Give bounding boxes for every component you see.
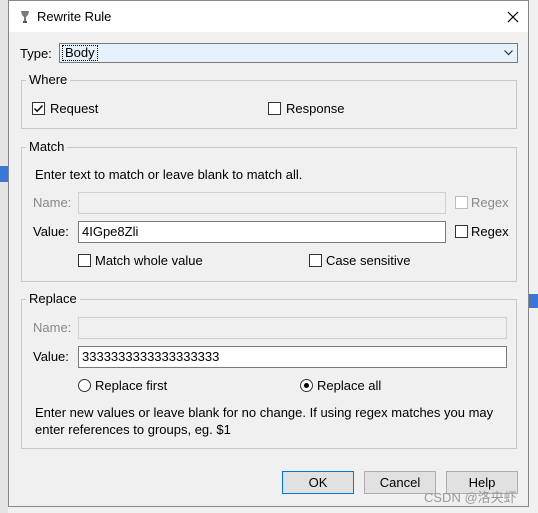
match-value-label: Value: — [33, 224, 69, 239]
replace-all-label: Replace all — [317, 378, 382, 393]
replace-all-radio[interactable] — [300, 379, 313, 392]
match-value-regex-label: Regex — [471, 224, 509, 239]
checkmark-icon — [34, 105, 44, 113]
match-name-regex-checkbox[interactable] — [455, 196, 468, 209]
request-label: Request — [50, 101, 99, 116]
app-icon — [21, 11, 29, 23]
match-group-title: Match — [26, 139, 68, 155]
chevron-down-icon — [500, 45, 516, 61]
type-label: Type: — [20, 46, 52, 61]
response-checkbox[interactable] — [268, 102, 281, 115]
type-dropdown-value: Body — [62, 45, 98, 61]
replace-hint-line1: Enter new values or leave blank for no c… — [35, 405, 494, 420]
background-selection-right — [529, 294, 538, 308]
match-value-input[interactable]: 4IGpe8Zli — [78, 221, 446, 243]
rewrite-rule-dialog: Rewrite Rule Type: Body Where Request Re… — [8, 0, 529, 507]
redacted-region — [140, 224, 215, 240]
close-button[interactable] — [498, 1, 528, 32]
dialog-title: Rewrite Rule — [37, 9, 112, 24]
replace-name-label: Name: — [33, 320, 72, 335]
radio-selected-dot — [304, 383, 309, 388]
type-dropdown[interactable]: Body — [59, 43, 518, 63]
match-whole-value-label: Match whole value — [95, 253, 203, 268]
close-icon — [507, 11, 519, 22]
where-group-title: Where — [26, 72, 71, 88]
case-sensitive-checkbox[interactable] — [309, 254, 322, 267]
replace-group-title: Replace — [26, 291, 80, 307]
background-window-edge — [0, 0, 8, 513]
replace-name-input[interactable] — [78, 317, 507, 339]
replace-hint-line2: enter references to groups, eg. $1 — [35, 422, 231, 437]
case-sensitive-label: Case sensitive — [326, 253, 411, 268]
match-name-input[interactable] — [78, 192, 446, 214]
background-selection — [0, 166, 8, 182]
title-bar: Rewrite Rule — [9, 1, 528, 32]
match-whole-value-checkbox[interactable] — [78, 254, 91, 267]
replace-value-input[interactable]: 3333333333333333333 — [78, 346, 507, 368]
match-value-regex-checkbox[interactable] — [455, 225, 468, 238]
match-name-label: Name: — [33, 195, 72, 210]
replace-first-radio[interactable] — [78, 379, 91, 392]
response-label: Response — [286, 101, 345, 116]
replace-value-label: Value: — [33, 349, 69, 364]
match-name-regex-label: Regex — [471, 195, 509, 210]
request-checkbox[interactable] — [32, 102, 45, 115]
ok-button[interactable]: OK — [282, 471, 354, 494]
replace-first-label: Replace first — [95, 378, 168, 393]
match-value-text: 4IGpe8Zli — [82, 224, 139, 239]
watermark-text: CSDN @洛央虾 — [424, 490, 517, 505]
match-hint-text: Enter text to match or leave blank to ma… — [35, 167, 303, 182]
